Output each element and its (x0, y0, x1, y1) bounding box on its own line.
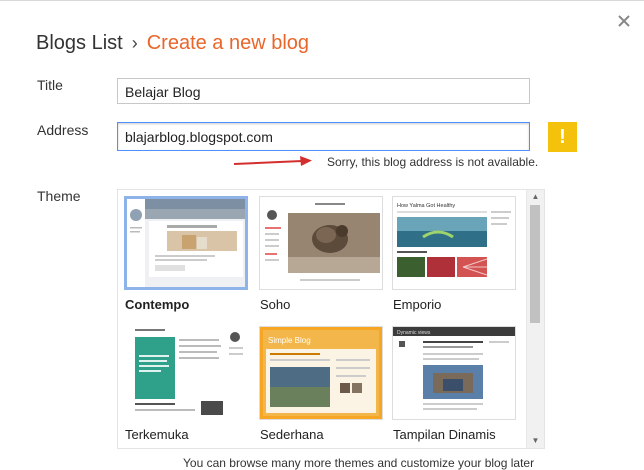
emporio-thumbnail-heading: How Yalma Got Healthy (397, 203, 455, 209)
theme-name: Sederhana (260, 427, 324, 442)
address-input[interactable]: blajarblog.blogspot.com (117, 122, 530, 151)
theme-scrollbar[interactable]: ▲ ▼ (526, 190, 544, 448)
theme-picker[interactable]: Contempo Soho How Yalma Got Healthy Empo… (117, 189, 545, 449)
scroll-up-icon[interactable]: ▲ (527, 190, 544, 204)
theme-name: Soho (260, 297, 291, 312)
theme-thumbnail-tampilan-dinamis: Dynamic views (392, 326, 516, 420)
breadcrumb: Blogs List › Create a new blog (36, 32, 309, 55)
theme-thumbnail-sederhana: Simple Blog (259, 326, 383, 420)
theme-thumbnail-terkemuka (124, 326, 248, 420)
theme-name: Tampilan Dinamis (393, 427, 496, 442)
close-icon[interactable] (617, 14, 631, 28)
scroll-down-icon[interactable]: ▼ (527, 434, 544, 448)
address-error-message: Sorry, this blog address is not availabl… (327, 155, 539, 169)
scroll-thumb[interactable] (530, 205, 540, 323)
breadcrumb-separator: › (131, 33, 138, 53)
theme-thumbnail-emporio: How Yalma Got Healthy (392, 196, 516, 290)
red-arrow-icon (233, 156, 312, 166)
breadcrumb-blogs-list[interactable]: Blogs List (36, 32, 123, 54)
theme-thumbnail-contempo (124, 196, 248, 290)
warning-icon: ! (548, 122, 577, 152)
dinamis-thumbnail-heading: Dynamic views (397, 330, 431, 336)
theme-name: Terkemuka (125, 427, 189, 442)
page-title: Create a new blog (146, 32, 310, 54)
theme-label: Theme (37, 188, 81, 204)
theme-thumbnail-soho (259, 196, 383, 290)
sederhana-thumbnail-heading: Simple Blog (268, 336, 311, 345)
theme-name: Emporio (393, 297, 442, 312)
address-label: Address (37, 122, 89, 138)
title-label: Title (37, 77, 63, 93)
top-divider (0, 0, 644, 1)
title-input[interactable]: Belajar Blog (117, 78, 530, 104)
theme-name: Contempo (125, 297, 190, 312)
